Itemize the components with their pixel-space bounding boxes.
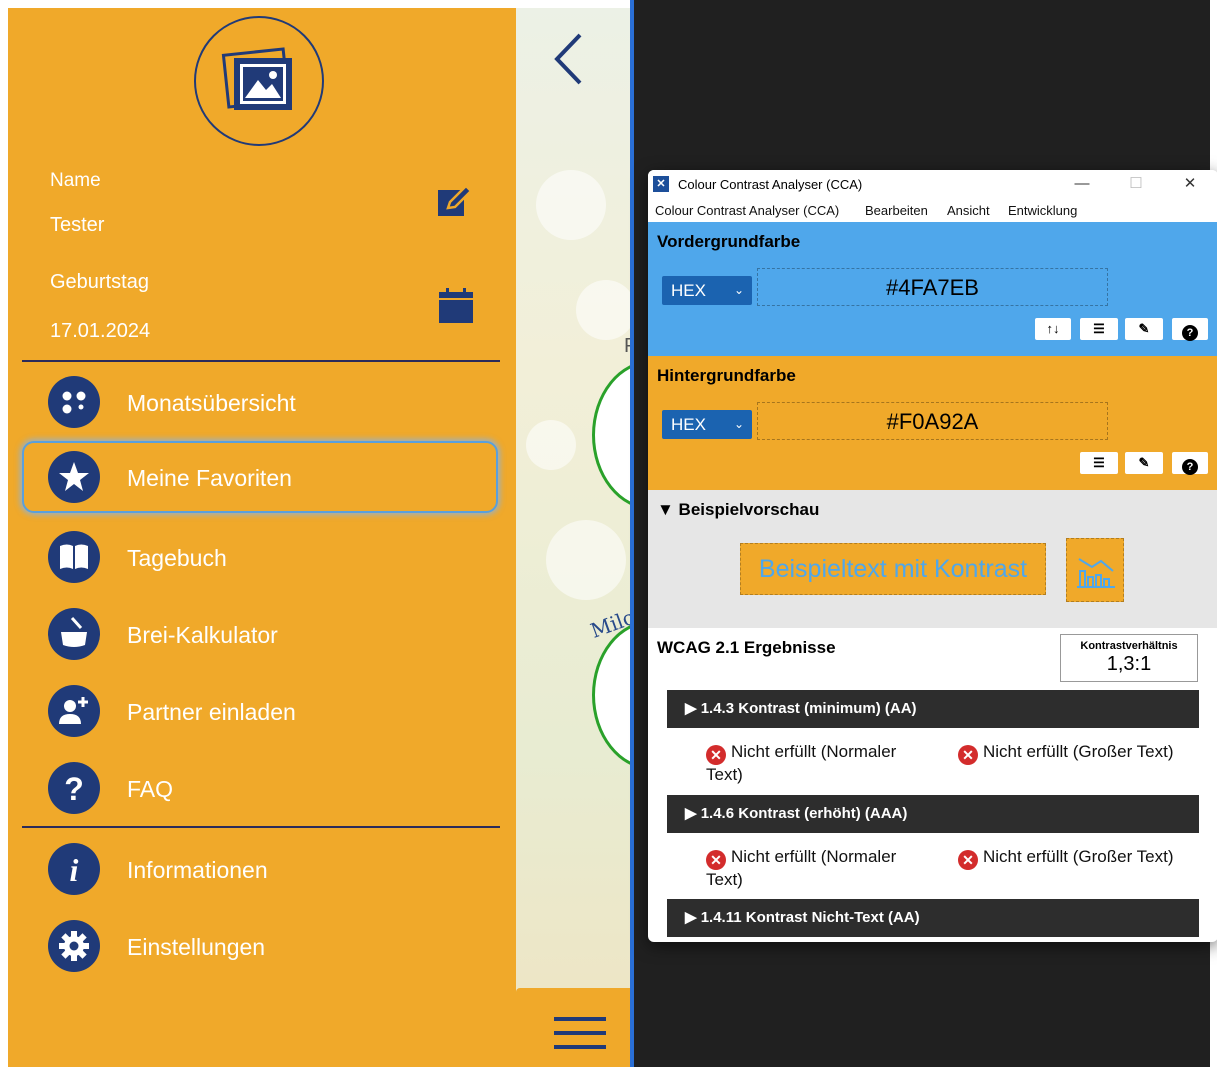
photos-icon xyxy=(221,47,292,110)
contrast-ratio-label: Kontrastverhältnis xyxy=(1080,640,1178,652)
dots-icon xyxy=(48,376,100,428)
divider xyxy=(22,826,500,828)
result-normal-text: ✕ Nicht erfüllt (Normaler Text) xyxy=(706,742,897,784)
back-chevron-icon[interactable] xyxy=(552,32,584,86)
sample-text: Beispieltext mit Kontrast xyxy=(740,543,1046,595)
background-section: Hintergrundfarbe HEX ⌄ #F0A92A ☰ ✎ ? xyxy=(648,356,1217,490)
star-icon xyxy=(48,451,100,503)
result-normal-text: ✕ Nicht erfüllt (Normaler Text) xyxy=(706,847,897,889)
menu-entwicklung[interactable]: Entwicklung xyxy=(1008,203,1077,218)
menu-item-faq[interactable]: ? FAQ xyxy=(22,752,498,824)
foreground-heading: Vordergrundfarbe xyxy=(657,232,801,251)
maximize-button[interactable]: ☐ xyxy=(1114,172,1158,196)
menu-item-monatsuebersicht[interactable]: Monatsübersicht xyxy=(22,366,498,438)
menu-cca[interactable]: Colour Contrast Analyser (CCA) xyxy=(655,203,839,218)
chevron-down-icon: ⌄ xyxy=(733,283,744,297)
criterion-143[interactable]: ▶ 1.4.3 Kontrast (minimum) (AA) xyxy=(667,690,1199,728)
calendar-icon[interactable] xyxy=(438,288,474,324)
menu-ansicht[interactable]: Ansicht xyxy=(947,203,990,218)
menu-item-label: Tagebuch xyxy=(127,545,227,571)
divider xyxy=(22,360,500,362)
background-format-select[interactable]: HEX ⌄ xyxy=(662,410,752,439)
contrast-ratio-value: 1,3:1 xyxy=(1106,653,1152,675)
hamburger-icon[interactable] xyxy=(554,1015,606,1051)
app-sidebar: Name Tester Geburtstag 17.01.2024 Monats… xyxy=(8,8,516,1067)
birthday-value: 17.01.2024 xyxy=(50,320,151,342)
gear-icon xyxy=(48,920,100,972)
format-label: HEX xyxy=(671,415,706,434)
menu-item-label: Brei-Kalkulator xyxy=(127,622,278,648)
menu-item-label: Partner einladen xyxy=(127,699,296,725)
name-label: Name xyxy=(50,170,101,191)
edit-icon[interactable] xyxy=(436,182,474,220)
chevron-down-icon: ⌄ xyxy=(733,417,744,431)
book-icon xyxy=(48,531,100,583)
menu-bearbeiten[interactable]: Bearbeiten xyxy=(865,203,928,218)
menu-item-label: Monatsübersicht xyxy=(127,390,296,416)
minimize-button[interactable]: — xyxy=(1060,172,1104,196)
svg-text:?: ? xyxy=(64,771,84,807)
info-icon: i xyxy=(48,843,100,895)
background-hex-input[interactable]: #F0A92A xyxy=(757,402,1108,440)
menu-item-brei-kalkulator[interactable]: Brei-Kalkulator xyxy=(22,598,498,670)
cca-app-icon: ✕ xyxy=(653,176,669,192)
title-bar[interactable]: ✕ Colour Contrast Analyser (CCA) — ☐ ✕ xyxy=(648,170,1217,198)
cca-window: ✕ Colour Contrast Analyser (CCA) — ☐ ✕ C… xyxy=(648,170,1217,942)
window-edge xyxy=(630,0,634,1067)
menu-item-partner-einladen[interactable]: Partner einladen xyxy=(22,675,498,747)
fail-icon: ✕ xyxy=(958,850,978,870)
frame xyxy=(0,0,630,8)
close-button[interactable]: ✕ xyxy=(1168,172,1212,196)
foreground-section: Vordergrundfarbe HEX ⌄ #4FA7EB ↑↓ ☰ ✎ ? xyxy=(648,222,1217,356)
menu-item-meine-favoriten[interactable]: Meine Favoriten xyxy=(22,441,498,513)
add-user-icon xyxy=(48,685,100,737)
foreground-hex-input[interactable]: #4FA7EB xyxy=(757,268,1108,306)
menu-item-einstellungen[interactable]: Einstellungen xyxy=(22,910,498,982)
fail-icon: ✕ xyxy=(706,850,726,870)
app-content-background: P Milc xyxy=(516,0,630,1067)
eyedropper-icon[interactable]: ✎ xyxy=(1125,452,1163,474)
avatar[interactable] xyxy=(592,620,630,770)
avatar[interactable] xyxy=(592,360,630,510)
swap-icon[interactable]: ↑↓ xyxy=(1035,318,1071,340)
sliders-icon[interactable]: ☰ xyxy=(1080,318,1118,340)
contrast-ratio-box: Kontrastverhältnis 1,3:1 xyxy=(1060,634,1198,682)
menu-item-informationen[interactable]: i Informationen xyxy=(22,833,498,905)
name-value: Tester xyxy=(50,214,105,236)
menu-item-tagebuch[interactable]: Tagebuch xyxy=(22,521,498,593)
criterion-146[interactable]: ▶ 1.4.6 Kontrast (erhöht) (AAA) xyxy=(667,795,1199,833)
format-label: HEX xyxy=(671,281,706,300)
foreground-format-select[interactable]: HEX ⌄ xyxy=(662,276,752,305)
result-large-text: ✕ Nicht erfüllt (Großer Text) xyxy=(958,742,1208,765)
sliders-icon[interactable]: ☰ xyxy=(1080,452,1118,474)
eyedropper-icon[interactable]: ✎ xyxy=(1125,318,1163,340)
app-logo xyxy=(194,16,324,146)
preview-toggle[interactable]: ▼ Beispielvorschau xyxy=(657,500,819,520)
birthday-label: Geburtstag xyxy=(50,271,149,293)
question-icon: ? xyxy=(48,762,100,814)
menu-item-label: Informationen xyxy=(127,857,268,883)
results-heading: WCAG 2.1 Ergebnisse xyxy=(657,638,836,657)
menu-item-label: Einstellungen xyxy=(127,934,266,960)
pot-icon xyxy=(48,608,100,660)
result-large-text: ✕ Nicht erfüllt (Großer Text) xyxy=(958,847,1208,870)
help-icon[interactable]: ? xyxy=(1172,318,1208,341)
background-heading: Hintergrundfarbe xyxy=(657,366,796,385)
window-title: Colour Contrast Analyser (CCA) xyxy=(678,177,863,192)
svg-text:i: i xyxy=(70,852,79,888)
preview-section: ▼ Beispielvorschau Beispieltext mit Kont… xyxy=(648,490,1217,628)
help-icon[interactable]: ? xyxy=(1172,452,1208,475)
menu-item-label: Meine Favoriten xyxy=(127,465,292,491)
fail-icon: ✕ xyxy=(958,745,978,765)
sample-chart-icon xyxy=(1066,538,1124,602)
fail-icon: ✕ xyxy=(706,745,726,765)
menu-item-label: FAQ xyxy=(127,776,174,802)
menu-bar: Colour Contrast Analyser (CCA) Bearbeite… xyxy=(648,200,1217,222)
frame xyxy=(0,0,8,1067)
criterion-1411[interactable]: ▶ 1.4.11 Kontrast Nicht-Text (AA) xyxy=(667,899,1199,937)
